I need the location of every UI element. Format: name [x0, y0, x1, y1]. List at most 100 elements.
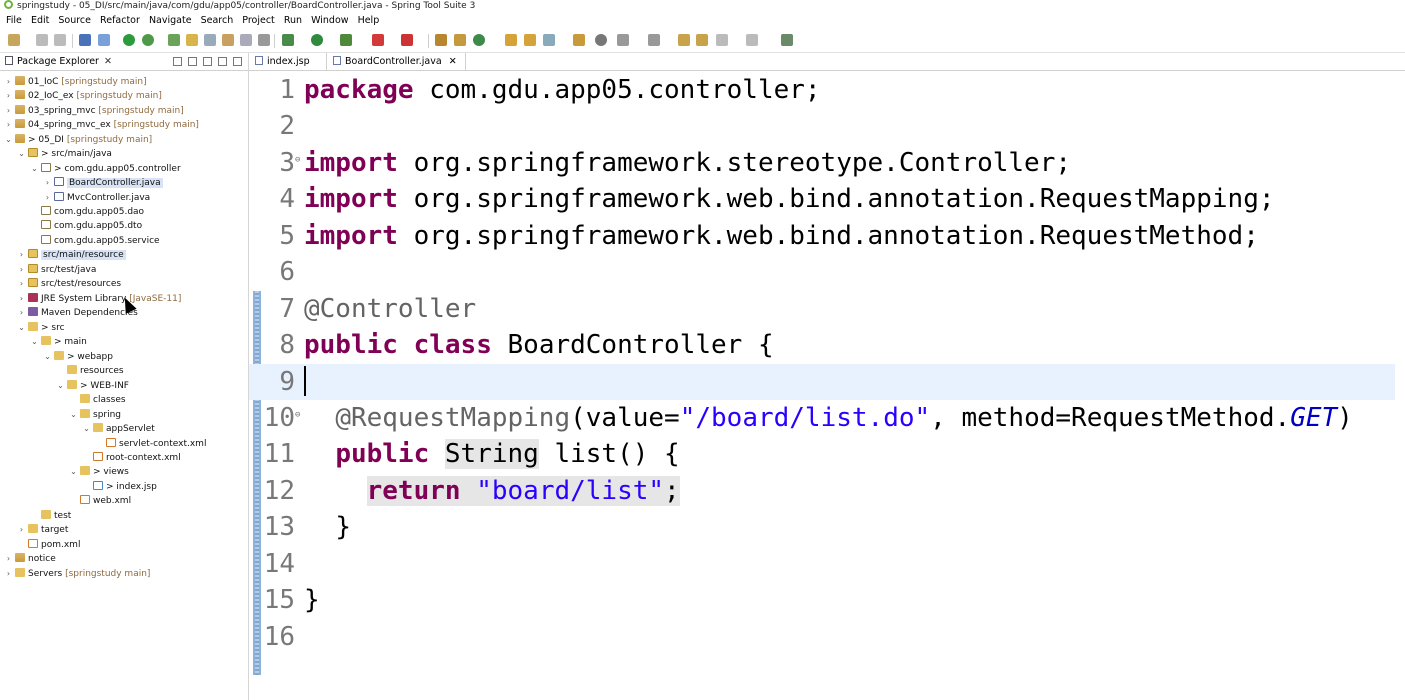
- tree-item[interactable]: resources: [56, 364, 124, 378]
- tree-item[interactable]: ⌄ > main: [30, 335, 87, 349]
- open-console-icon[interactable]: [781, 34, 793, 46]
- project-icon: [15, 119, 25, 128]
- package-explorer-tab[interactable]: Package Explorer ✕: [0, 53, 118, 70]
- menu-refactor[interactable]: Refactor: [94, 12, 140, 29]
- tree-item[interactable]: com.gdu.app05.service: [30, 234, 160, 248]
- editor-tab-boardcontroller[interactable]: BoardController.java ✕: [326, 53, 466, 70]
- next-annotation-icon[interactable]: [617, 34, 629, 46]
- new-icon[interactable]: [8, 34, 20, 46]
- tree-item[interactable]: › JRE System Library [JavaSE-11]: [17, 292, 181, 306]
- collapse-all-icon[interactable]: [173, 57, 182, 66]
- close-icon[interactable]: ✕: [104, 56, 112, 67]
- tree-item[interactable]: > index.jsp: [82, 480, 157, 494]
- tree-item[interactable]: servlet-context.xml: [95, 437, 206, 451]
- highlight-icon[interactable]: [186, 34, 198, 46]
- tree-item[interactable]: ⌄ > com.gdu.app05.controller: [30, 162, 181, 176]
- last-edit-icon[interactable]: [678, 34, 690, 46]
- tree-item[interactable]: › BoardController.java: [43, 176, 163, 190]
- annotation-icon[interactable]: [573, 34, 585, 46]
- text-caret: [304, 366, 306, 396]
- open-folder-icon[interactable]: [524, 34, 536, 46]
- menu-help[interactable]: Help: [352, 12, 380, 29]
- editor-scrollbar[interactable]: [1395, 71, 1405, 700]
- refresh-icon[interactable]: [142, 34, 154, 46]
- stop-icon[interactable]: [372, 34, 384, 46]
- coverage-icon[interactable]: [340, 34, 352, 46]
- debug-icon[interactable]: [282, 34, 294, 46]
- save-all-icon[interactable]: [54, 34, 66, 46]
- tree-item[interactable]: ⌄ > views: [69, 465, 129, 479]
- folder-icon: [67, 380, 77, 389]
- pen-icon[interactable]: [543, 34, 555, 46]
- tree-item[interactable]: ⌄ > webapp: [43, 350, 113, 364]
- tree-item[interactable]: ⌄ > src/main/java: [17, 147, 112, 161]
- menu-run[interactable]: Run: [278, 12, 302, 29]
- globe-icon[interactable]: [595, 34, 607, 46]
- package-explorer-tools: [167, 55, 242, 72]
- open-type-icon[interactable]: [505, 34, 517, 46]
- tree-item[interactable]: › notice: [4, 552, 56, 566]
- tree-item[interactable]: web.xml: [69, 494, 131, 508]
- back-icon[interactable]: [696, 34, 708, 46]
- tree-item[interactable]: ⌄ > WEB-INF: [56, 379, 129, 393]
- tree-item[interactable]: › Servers [springstudy main]: [4, 567, 150, 581]
- tree-item[interactable]: › 03_spring_mvc [springstudy main]: [4, 104, 184, 118]
- link-editor-icon[interactable]: [188, 57, 197, 66]
- server-icon[interactable]: [401, 34, 413, 46]
- tree-item[interactable]: › src/test/resources: [17, 277, 121, 291]
- run-icon[interactable]: [311, 34, 323, 46]
- project-icon: [15, 553, 25, 562]
- tree-item[interactable]: ⌄ > src: [17, 321, 65, 335]
- tree-item[interactable]: root-context.xml: [82, 451, 181, 465]
- fold-icon[interactable]: ⊖: [295, 145, 300, 175]
- menu-file[interactable]: File: [0, 12, 22, 29]
- tree-item[interactable]: › Maven Dependencies: [17, 306, 138, 320]
- view-menu-icon[interactable]: [203, 57, 212, 66]
- forward-icon[interactable]: [716, 34, 728, 46]
- tree-item[interactable]: test: [30, 509, 71, 523]
- whitespace-icon[interactable]: [240, 34, 252, 46]
- new-class-icon[interactable]: [473, 34, 485, 46]
- maximize-icon[interactable]: [233, 57, 242, 66]
- tree-item[interactable]: pom.xml: [17, 538, 80, 552]
- menu-search[interactable]: Search: [195, 12, 234, 29]
- save-icon[interactable]: [36, 34, 48, 46]
- tree-item[interactable]: › 02_IoC_ex [springstudy main]: [4, 89, 162, 103]
- fold-icon[interactable]: ⊖: [295, 400, 300, 430]
- close-icon[interactable]: ✕: [449, 56, 457, 67]
- tree-item[interactable]: ⌄ > 05_DI [springstudy main]: [4, 133, 152, 147]
- toggle-mark-icon[interactable]: [98, 34, 110, 46]
- tree-item[interactable]: ⌄ spring: [69, 408, 121, 422]
- minimize-icon[interactable]: [218, 57, 227, 66]
- menu-project[interactable]: Project: [236, 12, 275, 29]
- menu-window[interactable]: Window: [305, 12, 348, 29]
- editor-tab-index-jsp[interactable]: index.jsp: [249, 53, 318, 70]
- menu-navigate[interactable]: Navigate: [143, 12, 192, 29]
- package-explorer-tab-label: Package Explorer: [17, 56, 99, 67]
- tree-item[interactable]: classes: [69, 393, 126, 407]
- prev-annotation-icon[interactable]: [648, 34, 660, 46]
- tree-item[interactable]: › 04_spring_mvc_ex [springstudy main]: [4, 118, 199, 132]
- toolbar-separator: [428, 34, 429, 48]
- tree-item[interactable]: com.gdu.app05.dto: [30, 219, 142, 233]
- tree-item[interactable]: › src/main/resource: [17, 248, 126, 262]
- code-line: 11 public String list() {: [263, 439, 680, 469]
- block-icon[interactable]: [222, 34, 234, 46]
- code-editor[interactable]: index.jsp BoardController.java ✕ 1 package…: [249, 53, 1405, 700]
- paragraph-icon[interactable]: [258, 34, 270, 46]
- tree-item[interactable]: › src/test/java: [17, 263, 96, 277]
- package-icon[interactable]: [435, 34, 447, 46]
- tree-item[interactable]: › MvcController.java: [43, 191, 150, 205]
- forward-icon[interactable]: [746, 34, 758, 46]
- terminal-icon[interactable]: [79, 34, 91, 46]
- tree-item[interactable]: › 01_IoC [springstudy main]: [4, 75, 147, 89]
- tree-item[interactable]: ⌄ appServlet: [82, 422, 155, 436]
- pin-icon[interactable]: [168, 34, 180, 46]
- menu-edit[interactable]: Edit: [25, 12, 49, 29]
- class-icon[interactable]: [454, 34, 466, 46]
- menu-source[interactable]: Source: [52, 12, 91, 29]
- tree-item[interactable]: › target: [17, 523, 68, 537]
- spring-boot-icon[interactable]: [123, 34, 135, 46]
- tree-item[interactable]: com.gdu.app05.dao: [30, 205, 144, 219]
- toggle-icon[interactable]: [204, 34, 216, 46]
